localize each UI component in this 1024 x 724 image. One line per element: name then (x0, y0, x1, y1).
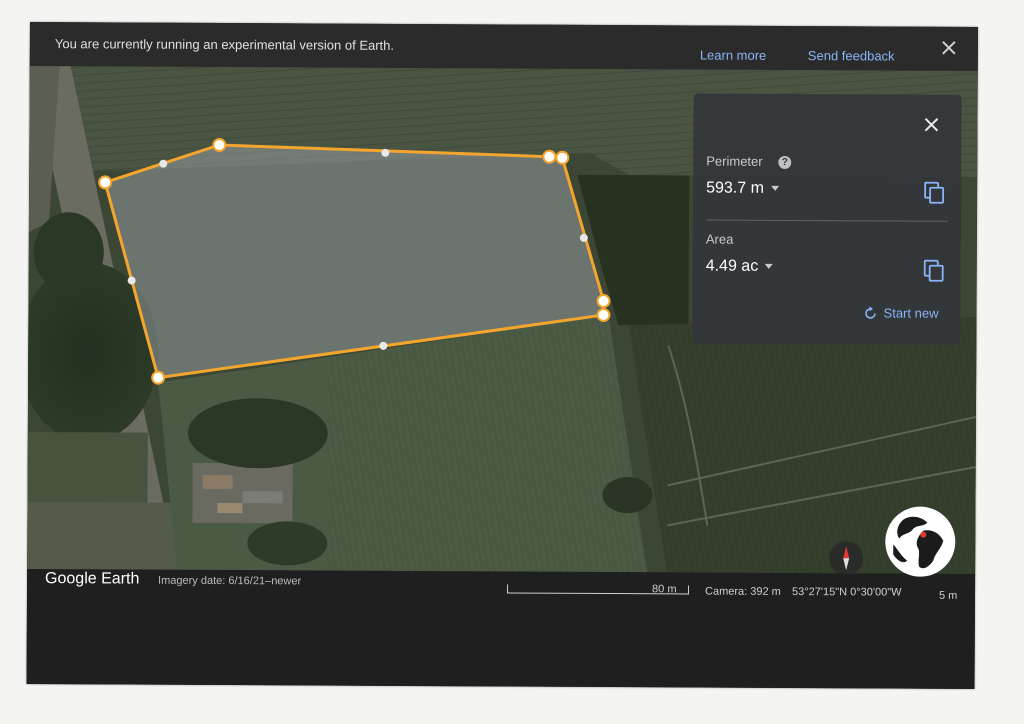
google-earth-logo: Google Earth (45, 570, 140, 588)
area-value-dropdown[interactable]: 4.49 ac (706, 258, 774, 276)
perimeter-value-dropdown[interactable]: 593.7 m (706, 180, 779, 198)
area-value: 4.49 ac (705, 257, 759, 275)
polygon-midpoint[interactable] (159, 159, 168, 168)
close-icon[interactable] (923, 117, 939, 133)
learn-more-link[interactable]: Learn more (700, 48, 767, 63)
start-new-label: Start new (883, 305, 939, 321)
chevron-down-icon (765, 264, 774, 270)
polygon-vertex[interactable] (98, 175, 113, 190)
camera-altitude: Camera: 392 m (704, 585, 781, 598)
experimental-banner: You are currently running an experimenta… (29, 22, 978, 71)
coordinates: 53°27'15"N 0°30'00"W (791, 585, 902, 599)
start-new-button[interactable]: Start new (864, 305, 939, 321)
screen-frame: You are currently running an experimenta… (26, 22, 978, 689)
help-icon[interactable]: ? (778, 155, 792, 169)
banner-message: You are currently running an experimenta… (54, 36, 395, 53)
polygon-midpoint[interactable] (579, 233, 588, 242)
polygon-vertex[interactable] (596, 294, 611, 309)
globe-icon[interactable] (883, 504, 957, 578)
polygon-vertex[interactable] (596, 308, 611, 323)
polygon-vertex[interactable] (151, 370, 166, 385)
panel-divider (705, 219, 948, 222)
compass-icon[interactable] (829, 541, 864, 576)
measure-panel: Perimeter ? 593.7 m Area 4.49 ac Start n… (692, 93, 962, 345)
area-label: Area (705, 231, 734, 247)
refresh-icon (865, 306, 876, 319)
polygon-midpoint[interactable] (379, 341, 388, 350)
polygon-vertex[interactable] (212, 137, 227, 152)
polygon-midpoint[interactable] (127, 276, 136, 285)
elevation: 5 m (938, 589, 958, 602)
close-icon[interactable] (940, 39, 958, 57)
perimeter-value: 593.7 m (706, 179, 764, 197)
polygon-midpoint[interactable] (381, 148, 390, 157)
polygon-vertex[interactable] (542, 149, 557, 164)
send-feedback-link[interactable]: Send feedback (808, 48, 895, 63)
scale-label: 80 m (652, 583, 677, 596)
polygon-vertex[interactable] (555, 150, 570, 165)
copy-icon[interactable] (923, 259, 945, 283)
perimeter-label: Perimeter (706, 153, 763, 169)
chevron-down-icon (770, 186, 779, 192)
imagery-date: Imagery date: 6/16/21–newer (158, 574, 302, 588)
copy-icon[interactable] (923, 181, 945, 205)
